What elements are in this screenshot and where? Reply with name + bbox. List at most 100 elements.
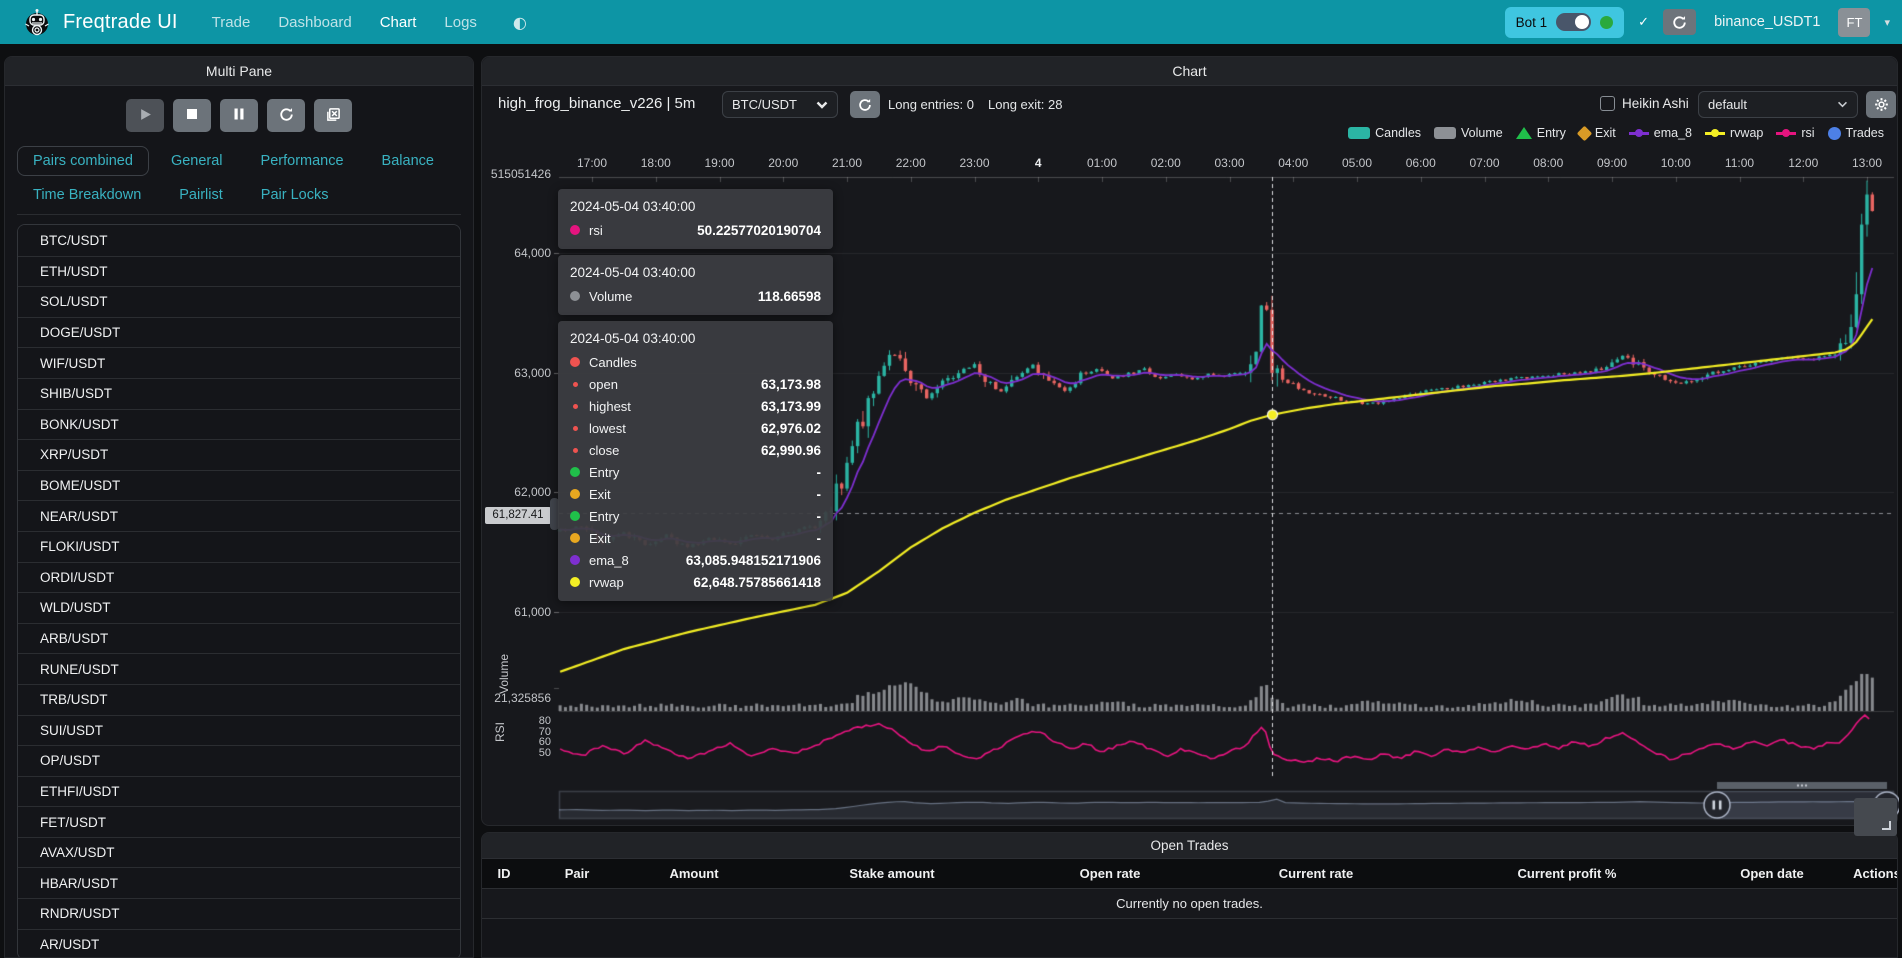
bot-toggle[interactable] bbox=[1556, 13, 1591, 31]
heikin-ashi-label: Heikin Ashi bbox=[1622, 96, 1689, 111]
pair-row-eth-usdt[interactable]: ETH/USDT bbox=[18, 256, 460, 287]
pair-row-arb-usdt[interactable]: ARB/USDT bbox=[18, 623, 460, 654]
tooltip-label: Entry bbox=[589, 465, 619, 480]
plot-settings-button[interactable] bbox=[1866, 91, 1896, 118]
tab-performance[interactable]: Performance bbox=[245, 146, 360, 176]
time-tick-05:00: 05:00 bbox=[1342, 157, 1372, 170]
pair-row-trb-usdt[interactable]: TRB/USDT bbox=[18, 684, 460, 715]
pair-row-bonk-usdt[interactable]: BONK/USDT bbox=[18, 409, 460, 440]
series-dot-icon bbox=[573, 404, 578, 409]
legend-item-rsi[interactable]: rsi bbox=[1776, 126, 1814, 140]
pair-row-near-usdt[interactable]: NEAR/USDT bbox=[18, 500, 460, 531]
tooltip-row-lowest: lowest62,976.02 bbox=[570, 417, 821, 439]
long-entries-count: Long entries: 0 bbox=[888, 97, 974, 112]
strategy-timeframe-label: high_frog_binance_v226 | 5m bbox=[498, 95, 695, 112]
tooltip-value: - bbox=[817, 531, 822, 546]
tooltip-row-Exit: Exit- bbox=[570, 483, 821, 505]
refresh-icon bbox=[858, 98, 872, 112]
pair-row-doge-usdt[interactable]: DOGE/USDT bbox=[18, 317, 460, 348]
time-tick-4: 4 bbox=[1035, 157, 1042, 170]
reload-data-button[interactable] bbox=[1663, 9, 1696, 35]
column-header-open-date: Open date bbox=[1740, 859, 1804, 889]
series-dot-icon bbox=[570, 357, 580, 367]
tooltip-value: 118.66598 bbox=[758, 289, 821, 304]
pair-row-bome-usdt[interactable]: BOME/USDT bbox=[18, 470, 460, 501]
time-tick-23:00: 23:00 bbox=[959, 157, 989, 170]
sidebar-tabs: Pairs combinedGeneralPerformanceBalance … bbox=[5, 134, 473, 215]
nav-link-logs[interactable]: Logs bbox=[444, 14, 477, 31]
plot-config-select[interactable]: default bbox=[1698, 91, 1858, 118]
legend-item-rvwap[interactable]: rvwap bbox=[1705, 126, 1763, 140]
tooltip-value: - bbox=[817, 487, 822, 502]
nav-link-trade[interactable]: Trade bbox=[212, 14, 251, 31]
tooltip-row-Candles: Candles bbox=[570, 351, 821, 373]
legend-item-trades[interactable]: Trades bbox=[1828, 126, 1884, 140]
legend-label: Candles bbox=[1375, 126, 1421, 140]
pause-icon bbox=[233, 108, 245, 123]
tooltip-value: 62,990.96 bbox=[761, 443, 821, 458]
tooltip-row-Exit: Exit- bbox=[570, 527, 821, 549]
pair-row-ar-usdt[interactable]: AR/USDT bbox=[18, 929, 460, 958]
bot-selector[interactable]: Bot 1 bbox=[1505, 7, 1625, 38]
column-header-current-rate: Current rate bbox=[1279, 859, 1353, 889]
pause-button[interactable] bbox=[220, 99, 258, 132]
bot-name: Bot 1 bbox=[1516, 15, 1548, 30]
pair-row-floki-usdt[interactable]: FLOKI/USDT bbox=[18, 531, 460, 562]
pair-row-wld-usdt[interactable]: WLD/USDT bbox=[18, 592, 460, 623]
pair-row-xrp-usdt[interactable]: XRP/USDT bbox=[18, 439, 460, 470]
refresh-chart-button[interactable] bbox=[850, 91, 880, 118]
tooltip-row-Volume: Volume118.66598 bbox=[570, 285, 821, 307]
tab-pair-locks[interactable]: Pair Locks bbox=[245, 180, 345, 210]
pair-row-avax-usdt[interactable]: AVAX/USDT bbox=[18, 837, 460, 868]
tab-pairs-combined[interactable]: Pairs combined bbox=[17, 146, 149, 176]
pair-row-ordi-usdt[interactable]: ORDI/USDT bbox=[18, 562, 460, 593]
legend-item-exit[interactable]: Exit bbox=[1579, 126, 1616, 140]
pair-row-hbar-usdt[interactable]: HBAR/USDT bbox=[18, 867, 460, 898]
user-avatar[interactable]: FT bbox=[1838, 8, 1870, 37]
gear-icon bbox=[1874, 97, 1889, 112]
pair-row-sui-usdt[interactable]: SUI/USDT bbox=[18, 715, 460, 746]
tab-general[interactable]: General bbox=[155, 146, 239, 176]
pair-row-rndr-usdt[interactable]: RNDR/USDT bbox=[18, 898, 460, 929]
open-trades-title: Open Trades bbox=[482, 833, 1897, 859]
tooltip-value: 62,976.02 bbox=[761, 421, 821, 436]
stop-button[interactable] bbox=[173, 99, 211, 132]
legend-item-entry[interactable]: Entry bbox=[1516, 126, 1566, 140]
pair-row-ethfi-usdt[interactable]: ETHFI/USDT bbox=[18, 776, 460, 807]
pair-row-sol-usdt[interactable]: SOL/USDT bbox=[18, 286, 460, 317]
refresh-button[interactable] bbox=[267, 99, 305, 132]
pair-select-value: BTC/USDT bbox=[732, 97, 797, 112]
theme-toggle-icon[interactable]: ◐ bbox=[513, 13, 527, 32]
nav-link-dashboard[interactable]: Dashboard bbox=[278, 14, 351, 31]
series-dot-icon bbox=[570, 555, 580, 565]
series-dot-icon bbox=[570, 467, 580, 477]
pair-row-op-usdt[interactable]: OP/USDT bbox=[18, 745, 460, 776]
pair-row-shib-usdt[interactable]: SHIB/USDT bbox=[18, 378, 460, 409]
legend-swatch-rvwap bbox=[1705, 127, 1725, 139]
sidebar-title: Multi Pane bbox=[5, 57, 473, 86]
pair-row-wif-usdt[interactable]: WIF/USDT bbox=[18, 347, 460, 378]
app-title[interactable]: Freqtrade UI bbox=[63, 11, 178, 34]
legend-item-candles[interactable]: Candles bbox=[1348, 126, 1421, 140]
pair-row-fet-usdt[interactable]: FET/USDT bbox=[18, 806, 460, 837]
tab-pairlist[interactable]: Pairlist bbox=[163, 180, 239, 210]
heikin-ashi-checkbox[interactable] bbox=[1600, 96, 1615, 111]
pair-select[interactable]: BTC/USDT bbox=[722, 91, 838, 118]
column-header-open-rate: Open rate bbox=[1080, 859, 1141, 889]
clear-log-button[interactable] bbox=[314, 99, 352, 132]
panel-resize-handle[interactable] bbox=[1854, 798, 1897, 836]
legend-swatch-exit bbox=[1577, 125, 1593, 141]
tab-time-breakdown[interactable]: Time Breakdown bbox=[17, 180, 157, 210]
user-menu-caret-icon[interactable]: ▾ bbox=[1884, 16, 1890, 29]
tooltip-row-close: close62,990.96 bbox=[570, 439, 821, 461]
legend-label: rsi bbox=[1801, 126, 1814, 140]
legend-item-ema_8[interactable]: ema_8 bbox=[1629, 126, 1692, 140]
play-button[interactable] bbox=[126, 99, 164, 132]
pair-row-btc-usdt[interactable]: BTC/USDT bbox=[18, 225, 460, 256]
tab-balance[interactable]: Balance bbox=[366, 146, 450, 176]
pair-row-rune-usdt[interactable]: RUNE/USDT bbox=[18, 653, 460, 684]
chart-legend: Candles Volume Entry Exit ema_8 rvwap rsi Trade… bbox=[1348, 121, 1884, 145]
legend-item-volume[interactable]: Volume bbox=[1434, 126, 1503, 140]
bot-online-dot bbox=[1600, 16, 1613, 29]
nav-link-chart[interactable]: Chart bbox=[380, 14, 417, 31]
